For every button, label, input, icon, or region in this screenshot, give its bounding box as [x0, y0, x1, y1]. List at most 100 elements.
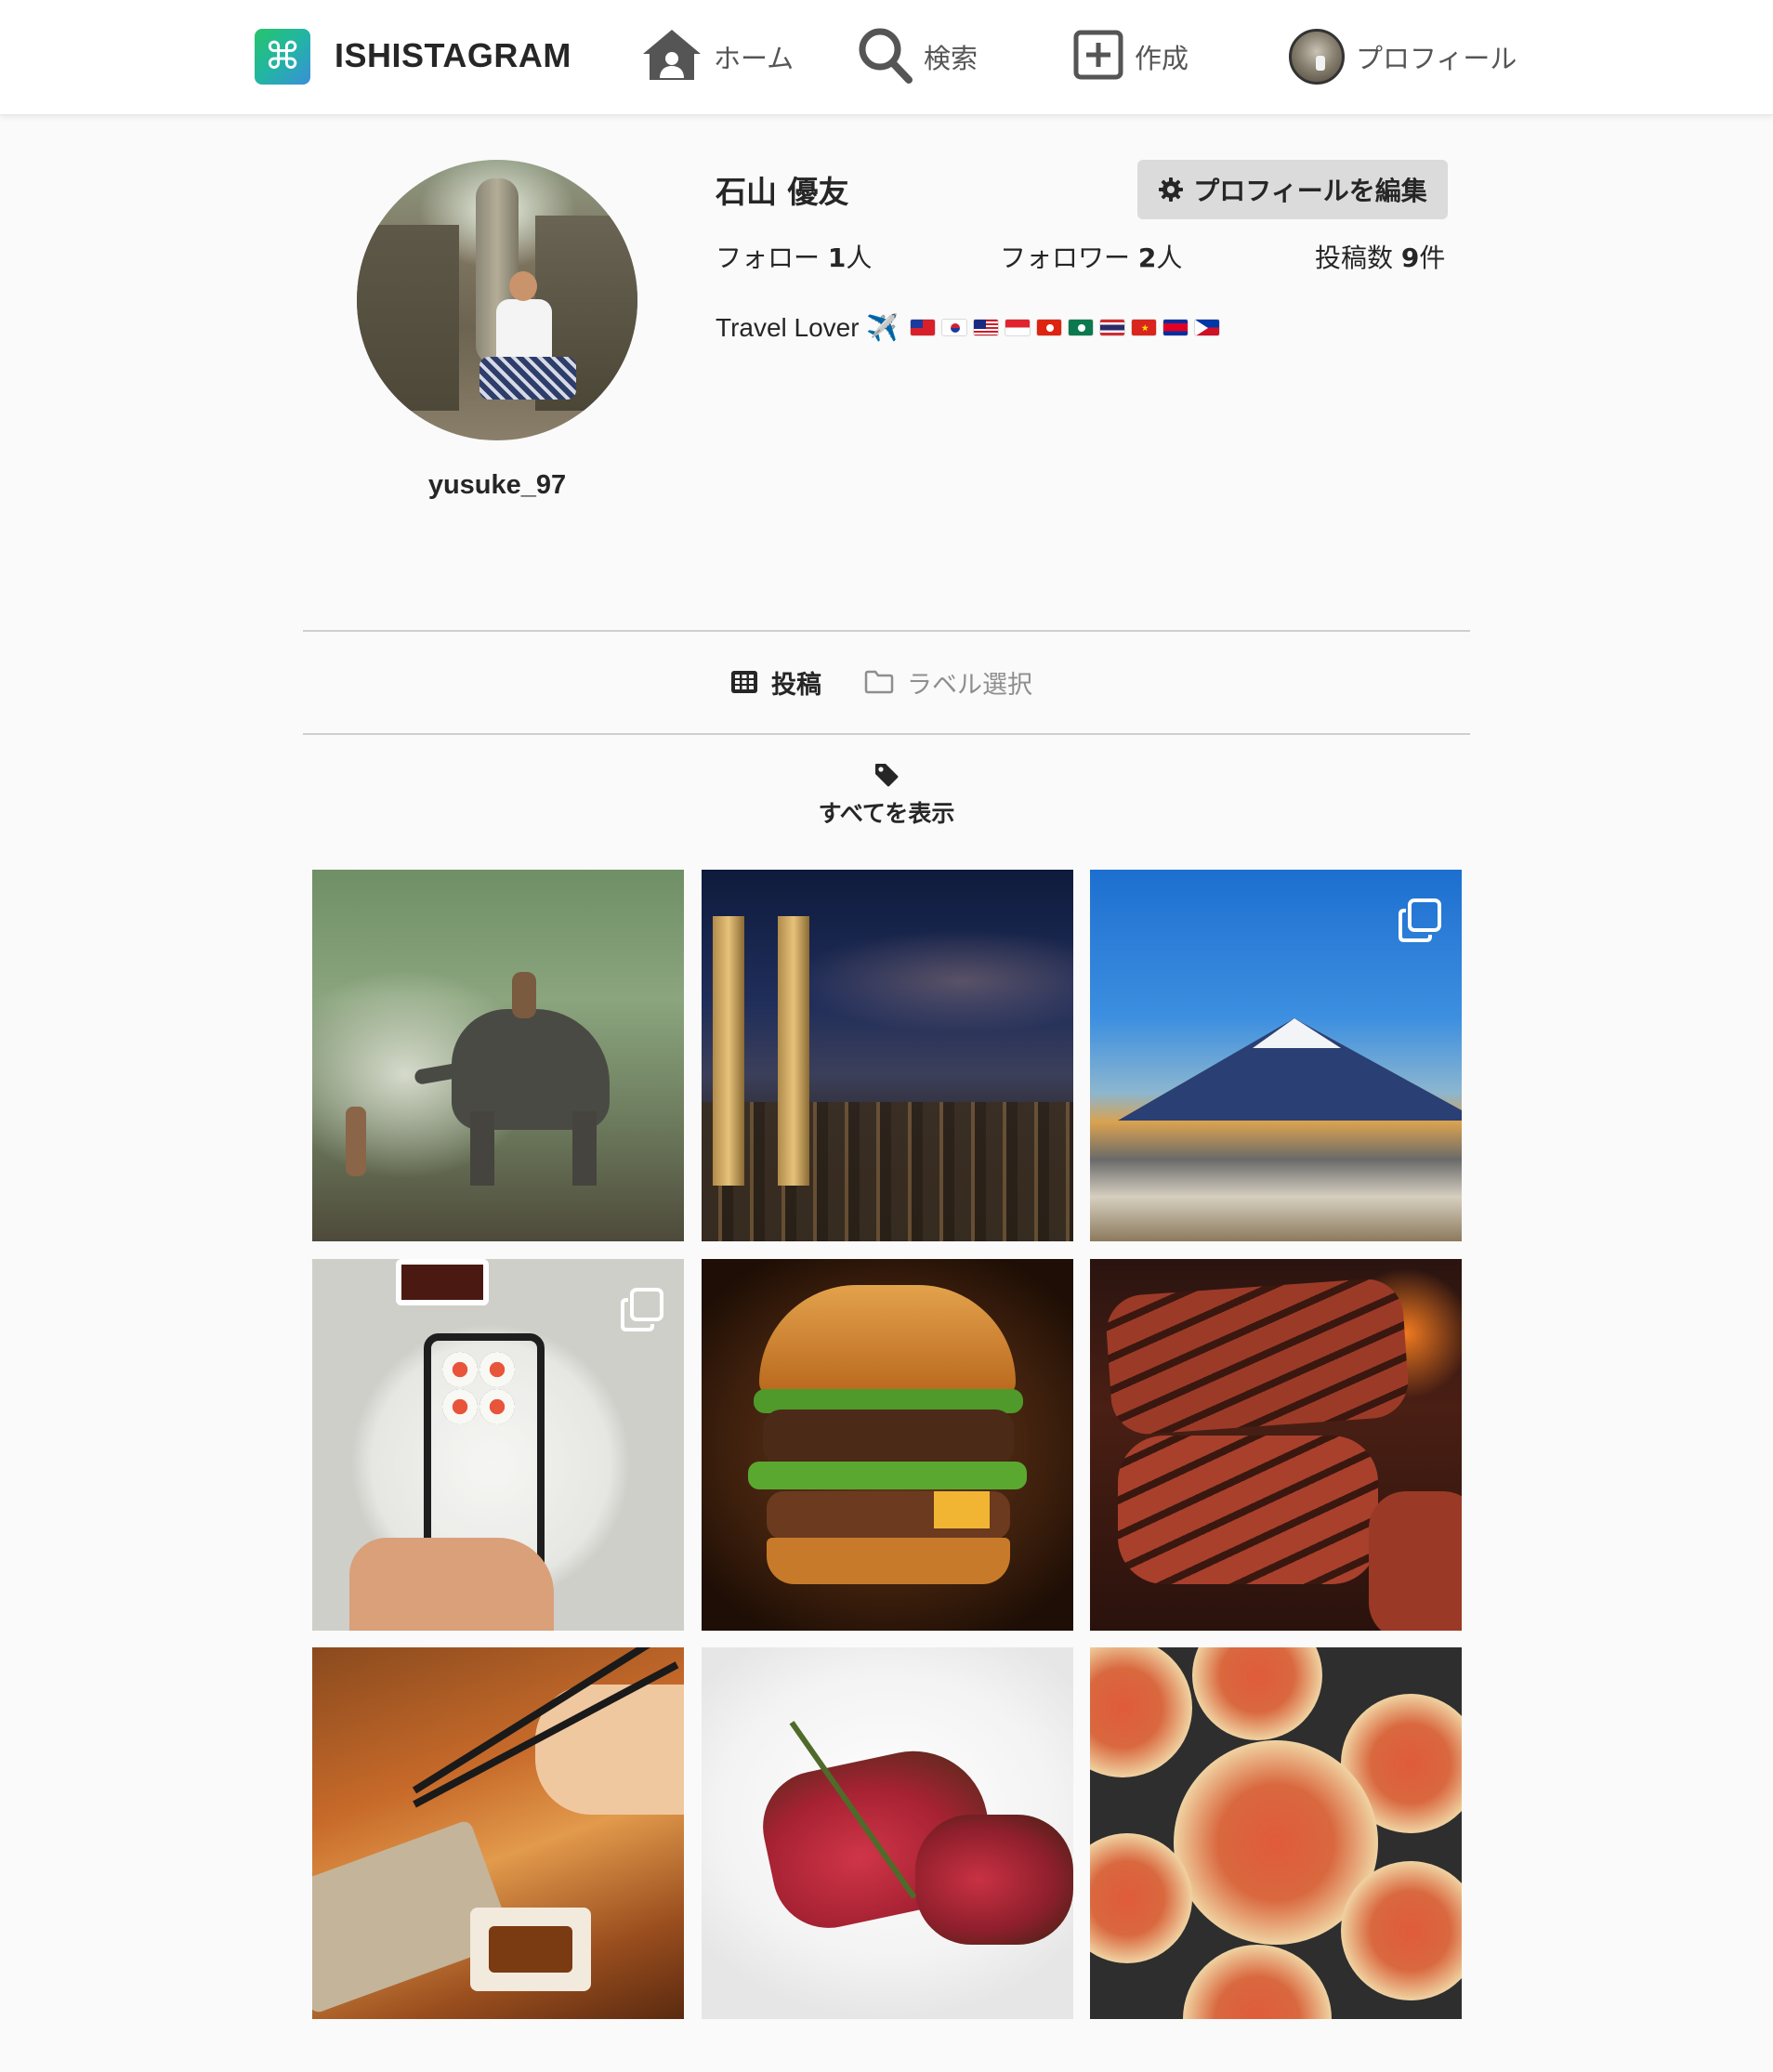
steak [1118, 1436, 1378, 1584]
south-korea-flag-icon [941, 319, 968, 336]
tower [778, 916, 809, 1186]
profile-username: yusuke_97 [427, 470, 567, 500]
tab-posts-label: 投稿 [771, 670, 821, 700]
posts-number: 9 [1400, 243, 1420, 273]
singapore-flag-icon [1005, 319, 1031, 336]
burger-cheese [934, 1491, 990, 1528]
burger-lettuce [748, 1462, 1027, 1489]
post-sushi[interactable] [312, 1259, 684, 1631]
tabs-top-divider [303, 630, 1470, 632]
pizza [1090, 1647, 1192, 1777]
following-unit: 人 [846, 243, 873, 273]
avatar-person [496, 299, 552, 364]
pizza [1192, 1647, 1322, 1740]
sauce-dish [470, 1908, 591, 1991]
following-label: フォロー [716, 243, 821, 273]
macau-flag-icon [1068, 319, 1095, 336]
followers-number: 2 [1137, 243, 1157, 273]
hong-kong-flag-icon [1036, 319, 1063, 336]
nav-search-label: 検索 [924, 43, 978, 74]
posts-unit: 件 [1419, 243, 1446, 273]
nav-home-label: ホーム [714, 43, 795, 74]
followers-label: フォロワー [1000, 243, 1131, 273]
post-sashimi-chopsticks[interactable] [312, 1647, 684, 2019]
avatar-person-pants [479, 357, 576, 400]
tab-label-select-label: ラベル選択 [907, 670, 1032, 700]
post-burger[interactable] [702, 1259, 1073, 1631]
nav-create[interactable]: 作成 [1073, 24, 1189, 89]
profile-full-name: 石山 優友 [716, 174, 849, 210]
brand-name[interactable]: ISHISTAGRAM [335, 33, 571, 78]
posts-label: 投稿数 [1315, 243, 1394, 273]
avatar [1289, 29, 1345, 85]
burger-bun-top [759, 1285, 1016, 1397]
edit-profile-label: プロフィールを編集 [1193, 176, 1427, 206]
home-icon [641, 28, 703, 85]
post-sliced-beef[interactable] [702, 1647, 1073, 2019]
steak [1104, 1277, 1411, 1436]
sushi-roll [479, 1389, 515, 1424]
avatar-ruins-left [357, 225, 459, 411]
thailand-flag-icon [1099, 319, 1126, 336]
posts-count: 投稿数 9件 [1315, 238, 1445, 275]
profile-bio: Travel Lover ✈️ [716, 312, 1221, 343]
child-figure [346, 1107, 366, 1176]
gear-icon [1158, 177, 1184, 203]
post-mount-fuji[interactable] [1090, 870, 1462, 1241]
nav-home[interactable]: ホーム [641, 24, 794, 89]
followers-unit: 人 [1156, 243, 1183, 273]
app-logo-icon[interactable]: ⌘ [255, 29, 310, 85]
burger-patty [763, 1410, 1014, 1465]
search-icon [857, 26, 913, 87]
sushi-roll [442, 1352, 478, 1387]
soy-sauce-dish [396, 1259, 489, 1305]
elephant-leg [572, 1111, 597, 1186]
nav-profile-label: プロフィール [1356, 43, 1517, 74]
sushi-roll [442, 1389, 478, 1424]
following-count[interactable]: フォロー 1人 [716, 238, 872, 275]
cambodia-flag-icon [1162, 319, 1189, 336]
post-elephant[interactable] [312, 870, 684, 1241]
pizza [1183, 1945, 1332, 2019]
sushi-roll [479, 1352, 515, 1387]
pizza [1341, 1861, 1462, 2000]
bio-text: Travel Lover ✈️ [716, 313, 900, 342]
nav-create-label: 作成 [1135, 43, 1189, 74]
multiple-images-icon [619, 1287, 665, 1333]
avatar-person-head [509, 271, 537, 301]
nav-profile[interactable]: プロフィール [1289, 24, 1517, 89]
elephant-leg [470, 1111, 494, 1186]
malaysia-flag-icon [973, 319, 1000, 336]
post-pizzas[interactable] [1090, 1647, 1462, 2019]
steak [1369, 1491, 1462, 1631]
followers-count[interactable]: フォロワー 2人 [1000, 238, 1182, 275]
show-all-label: すべてを表示 [818, 800, 955, 827]
tabs-bottom-divider [303, 733, 1470, 735]
plus-square-icon [1073, 30, 1123, 84]
taiwan-flag-icon [910, 319, 937, 336]
profile-avatar[interactable] [357, 160, 637, 440]
hand [349, 1538, 554, 1631]
folder-icon [864, 670, 894, 694]
mountain-snowcap [1253, 1018, 1341, 1048]
bio-flags [910, 319, 1221, 336]
multiple-images-icon [1397, 898, 1443, 944]
city-skyline [702, 1102, 1073, 1241]
tower [713, 916, 744, 1186]
grid-icon [730, 670, 758, 694]
vietnam-flag-icon [1131, 319, 1158, 336]
beef-slice [915, 1815, 1073, 1945]
tag-icon [873, 762, 900, 788]
edit-profile-button[interactable]: プロフィールを編集 [1137, 160, 1448, 219]
burger-bun-bottom [767, 1538, 1010, 1584]
nav-search[interactable]: 検索 [857, 24, 978, 89]
elephant-rider [512, 972, 536, 1018]
show-all-filter[interactable]: すべてを表示 [794, 762, 979, 829]
top-nav-bar: ⌘ ISHISTAGRAM ホーム 検索 作成 プロフィール [0, 0, 1773, 115]
following-number: 1 [827, 243, 847, 273]
post-grilled-steak[interactable] [1090, 1259, 1462, 1631]
tab-label-select[interactable]: ラベル選択 [864, 662, 1032, 702]
tab-posts[interactable]: 投稿 [730, 662, 821, 702]
philippines-flag-icon [1194, 319, 1221, 336]
post-city-night[interactable] [702, 870, 1073, 1241]
